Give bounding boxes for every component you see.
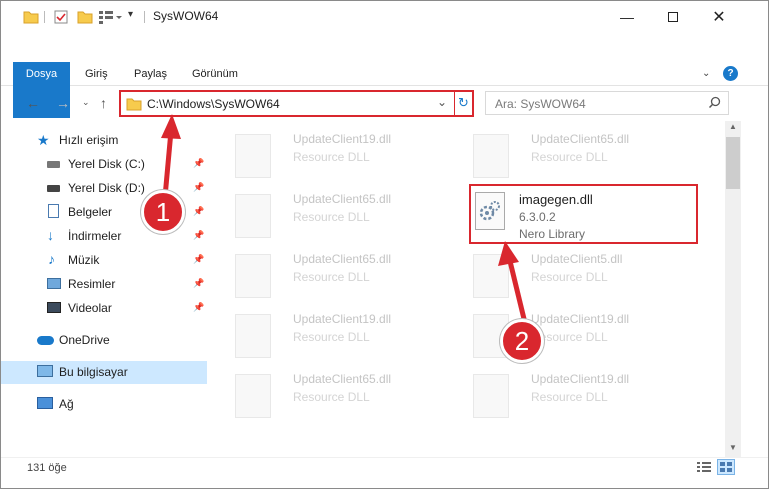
- annotation-arrows: [161, 114, 528, 324]
- annotation-arrow-1: [162, 130, 174, 198]
- callout-badge-1: 1: [141, 190, 185, 234]
- callout-badge-2: 2: [500, 319, 544, 363]
- annotation-arrowhead-2: [498, 241, 519, 266]
- annotation-arrow-2: [506, 256, 528, 324]
- explorer-window: ▾ SysWOW64 — ✕ Dosya Giriş Paylaş Görünü…: [0, 0, 769, 489]
- annotation-arrowhead-1: [161, 114, 181, 139]
